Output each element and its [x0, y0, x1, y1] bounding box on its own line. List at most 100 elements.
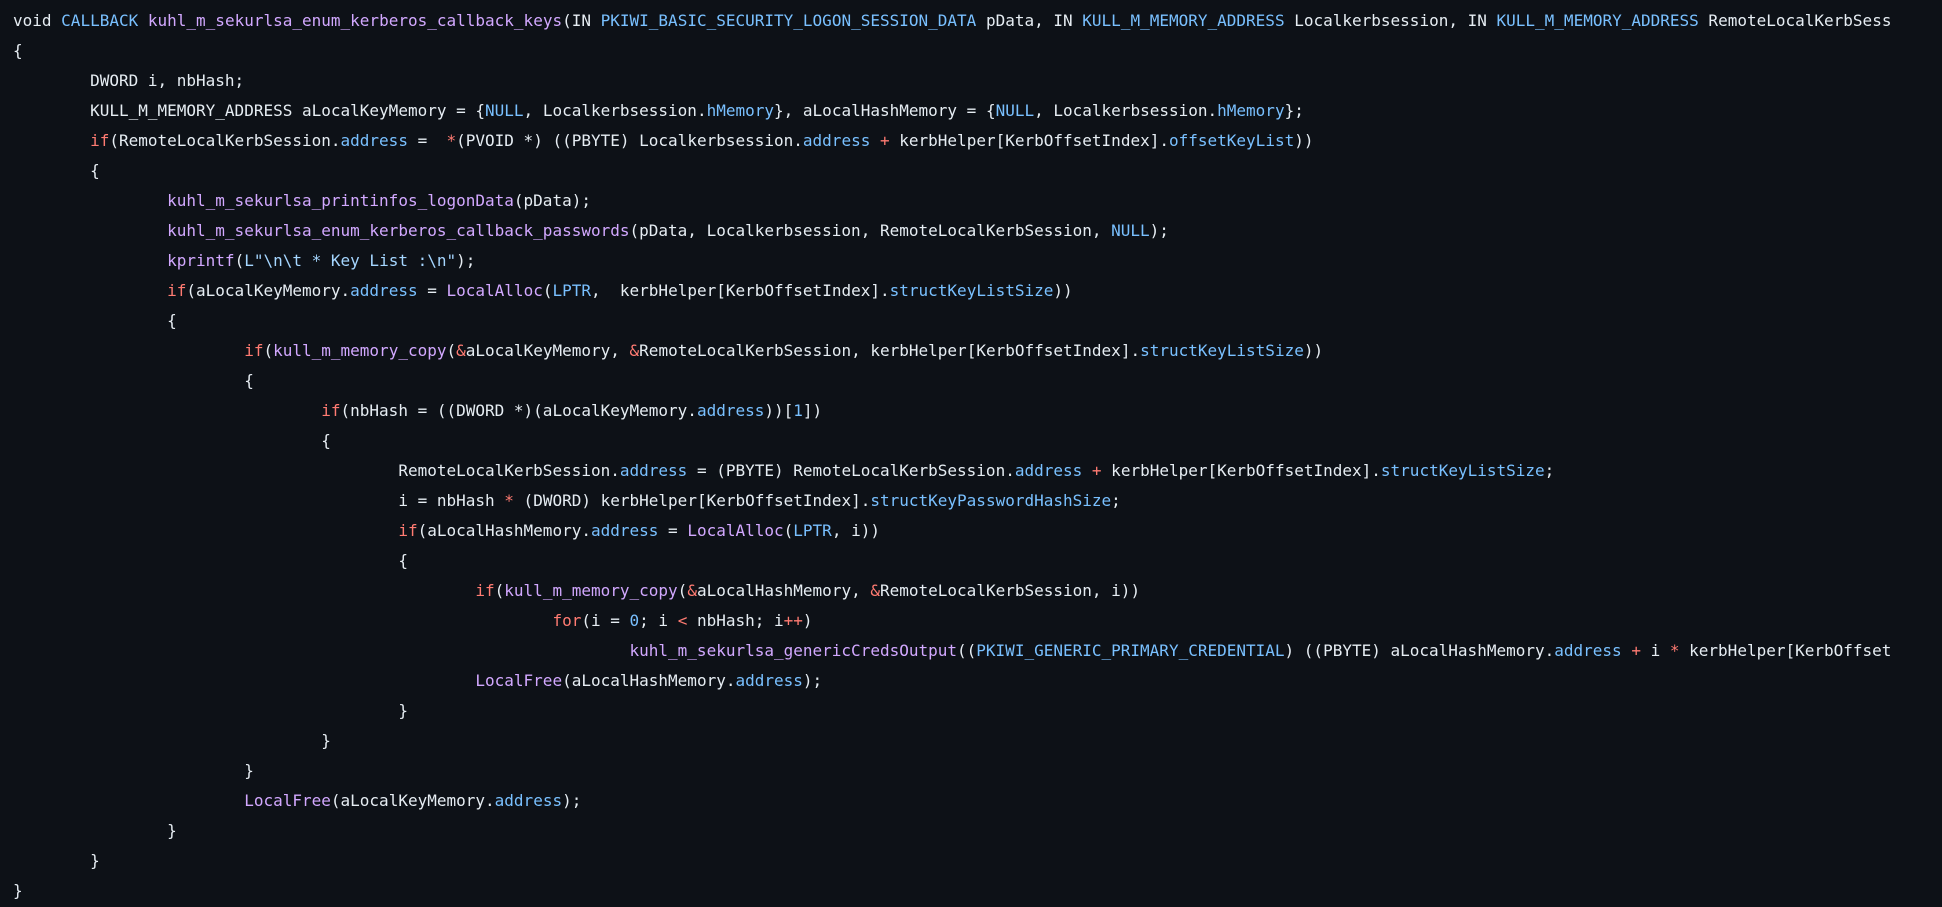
code-token-plain: kerbHelper[KerbOffsetIndex]. [1101, 461, 1381, 480]
code-token-plain: ); [562, 791, 582, 810]
code-token-plain: , kerbHelper[KerbOffsetIndex]. [591, 281, 890, 300]
code-token-plain: ))[ [764, 401, 794, 420]
code-token-plain: , Localkerbsession. [523, 101, 707, 120]
code-line: kprintf(L"\n\t * Key List :\n"); [13, 246, 1942, 276]
code-token-plain: (PVOID *) ((PBYTE) Localkerbsession. [456, 131, 803, 150]
code-token-plain: { [13, 311, 177, 330]
code-token-plain: aLocalHashMemory, [696, 581, 871, 600]
code-token-plain: (pData, Localkerbsession, RemoteLocalKer… [629, 221, 1112, 240]
code-token-member: address [696, 401, 765, 420]
code-token-number: 1 [793, 401, 803, 420]
code-line: void CALLBACK kuhl_m_sekurlsa_enum_kerbe… [13, 6, 1942, 36]
code-token-plain: RemoteLocalKerbSession. [13, 461, 620, 480]
code-token-plain: (i = [581, 611, 630, 630]
code-line: } [13, 726, 1942, 756]
code-token-plain: { [13, 551, 408, 570]
code-token-number: 0 [629, 611, 640, 630]
code-token-type: LPTR [552, 281, 591, 300]
code-token-plain: = [658, 521, 688, 540]
code-token-type: NULL [995, 101, 1035, 120]
code-token-plain: kerbHelper[KerbOffset [1679, 641, 1892, 660]
code-token-plain: ( [263, 341, 274, 360]
code-token-operator: & [456, 341, 466, 360]
code-token-plain: { [13, 371, 254, 390]
code-line: if(kull_m_memory_copy(&aLocalHashMemory,… [13, 576, 1942, 606]
code-token-plain: { [13, 431, 331, 450]
code-line: { [13, 306, 1942, 336]
code-token-keyword: if [475, 581, 495, 600]
code-token-plain: )) [1303, 341, 1324, 360]
code-token-plain: (nbHash = ((DWORD *)(aLocalKeyMemory. [340, 401, 697, 420]
code-token-member: address [340, 131, 408, 150]
code-line: if(nbHash = ((DWORD *)(aLocalKeyMemory.a… [13, 396, 1942, 426]
code-line: { [13, 366, 1942, 396]
code-line: } [13, 846, 1942, 876]
code-token-plain: i [1640, 641, 1670, 660]
code-line: { [13, 156, 1942, 186]
code-token-plain: pData, IN [976, 11, 1083, 30]
code-token-plain: (( [957, 641, 977, 660]
code-token-func: kuhl_m_sekurlsa_enum_kerberos_callback_p… [167, 221, 630, 240]
code-token-plain: (DWORD) kerbHelper[KerbOffsetIndex]. [513, 491, 871, 510]
code-token-member: address [350, 281, 418, 300]
code-token-keyword: if [321, 401, 341, 420]
code-line: RemoteLocalKerbSession.address = (PBYTE)… [13, 456, 1942, 486]
code-line: if(aLocalKeyMemory.address = LocalAlloc(… [13, 276, 1942, 306]
code-line: DWORD i, nbHash; [13, 66, 1942, 96]
code-token-string: L"\n\t * Key List :\n" [244, 251, 457, 270]
code-token-type: LPTR [793, 521, 832, 540]
code-token-member: structKeyListSize [1380, 461, 1545, 480]
code-line: kuhl_m_sekurlsa_genericCredsOutput((PKIW… [13, 636, 1942, 666]
code-viewer: void CALLBACK kuhl_m_sekurlsa_enum_kerbe… [0, 0, 1942, 907]
code-line: if(aLocalHashMemory.address = LocalAlloc… [13, 516, 1942, 546]
code-token-plain: } [13, 761, 254, 780]
code-token-plain: ( [677, 581, 688, 600]
code-token-plain: kerbHelper[KerbOffsetIndex]. [889, 131, 1169, 150]
code-token-func: LocalAlloc [687, 521, 784, 540]
code-token-operator: + [1091, 461, 1102, 480]
code-line: } [13, 816, 1942, 846]
code-token-plain: (pData); [513, 191, 591, 210]
code-token-plain: ( [494, 581, 505, 600]
code-token-plain: (IN [562, 11, 601, 30]
code-token-plain: ( [234, 251, 245, 270]
code-line: if(RemoteLocalKerbSession.address = *(PV… [13, 126, 1942, 156]
code-token-type: NULL [1111, 221, 1150, 240]
code-line: i = nbHash * (DWORD) kerbHelper[KerbOffs… [13, 486, 1942, 516]
code-token-plain: }; [1284, 101, 1304, 120]
code-token-type: CALLBACK [61, 11, 148, 30]
code-token-plain: } [13, 881, 23, 900]
code-token-plain: RemoteLocalKerbSession, i)) [879, 581, 1141, 600]
code-token-member: address [1014, 461, 1083, 480]
code-token-plain: = [407, 131, 447, 150]
code-token-member: address [494, 791, 563, 810]
code-token-plain: } [13, 851, 100, 870]
code-token-plain: (aLocalKeyMemory. [186, 281, 351, 300]
code-token-plain: i = nbHash [13, 491, 505, 510]
code-token-plain: ); [1149, 221, 1169, 240]
code-token-member: address [619, 461, 688, 480]
code-token-func: LocalAlloc [446, 281, 543, 300]
code-token-func: LocalFree [475, 671, 563, 690]
code-line: } [13, 876, 1942, 906]
code-lines: void CALLBACK kuhl_m_sekurlsa_enum_kerbe… [13, 6, 1942, 906]
code-token-member: structKeyListSize [1140, 341, 1304, 360]
code-token-plain: } [13, 821, 177, 840]
code-token-plain: ; [1111, 491, 1121, 510]
code-token-plain: { [13, 161, 100, 180]
code-token-func: kprintf [167, 251, 235, 270]
code-line: kuhl_m_sekurlsa_enum_kerberos_callback_p… [13, 216, 1942, 246]
code-token-keyword: if [167, 281, 187, 300]
code-line: } [13, 696, 1942, 726]
code-token-plain: (aLocalHashMemory. [562, 671, 736, 690]
code-token-plain: aLocalKeyMemory, [465, 341, 630, 360]
code-token-plain: (RemoteLocalKerbSession. [109, 131, 341, 150]
